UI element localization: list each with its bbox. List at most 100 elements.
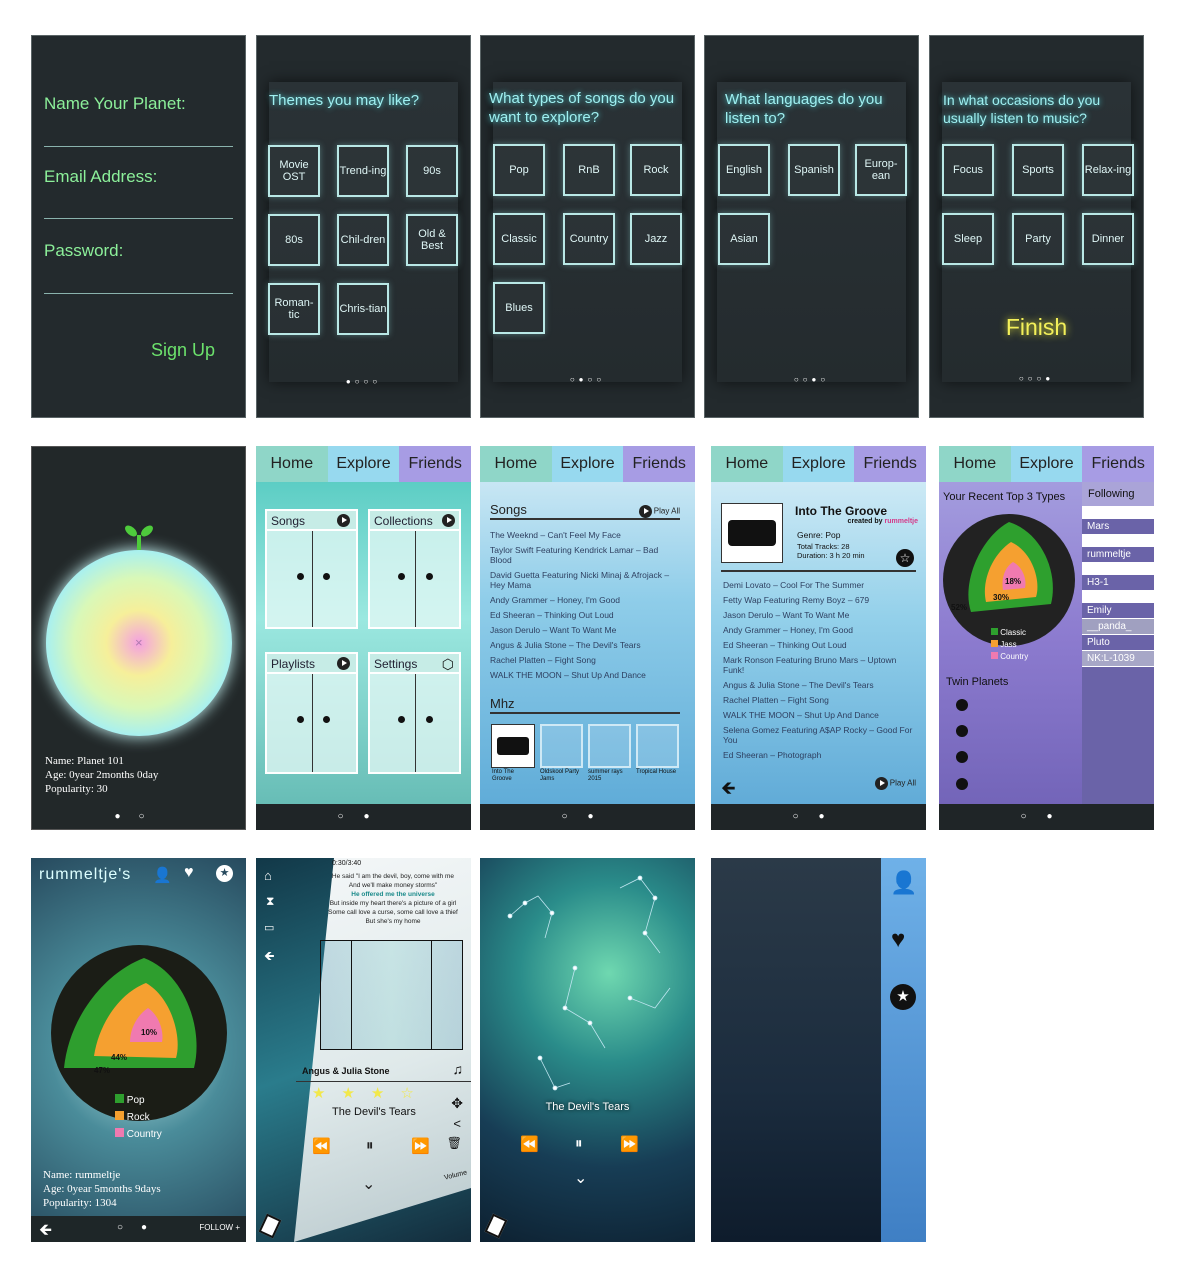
play-all-button[interactable]: Play All (638, 505, 680, 518)
finish-button[interactable]: Finish (930, 314, 1143, 341)
list-item[interactable]: rummeltje (1082, 547, 1154, 563)
twin-planet[interactable] (956, 725, 968, 737)
type-card[interactable]: RnB (563, 144, 615, 196)
theme-card[interactable]: Chil-dren (337, 214, 389, 266)
star-icon[interactable]: ★ (890, 984, 916, 1010)
playlists-cabinet[interactable]: Playlists (265, 652, 358, 774)
settings-icon[interactable]: ⬡ (442, 656, 454, 673)
collapse-icon[interactable]: ⌄ (362, 1174, 375, 1194)
hourglass-icon[interactable]: ⧗ (266, 894, 274, 909)
album-tile[interactable] (636, 724, 679, 768)
twin-planet[interactable] (956, 751, 968, 763)
list-item[interactable]: WALK THE MOON – Shut Up And Dance (723, 710, 916, 720)
home-icon[interactable]: ⌂ (264, 868, 272, 883)
type-card[interactable]: Pop (493, 144, 545, 196)
flashlight-icon[interactable] (258, 1213, 282, 1239)
list-item[interactable]: David Guetta Featuring Nicki Minaj & Afr… (490, 570, 680, 590)
name-field[interactable] (44, 146, 233, 147)
forward-icon[interactable]: ⏩ (411, 1137, 430, 1155)
pause-icon[interactable]: ⏸ (366, 1137, 374, 1154)
occasion-card[interactable]: Relax-ing (1082, 144, 1134, 196)
theme-card[interactable]: Movie OST (268, 145, 320, 197)
play-icon[interactable] (442, 514, 455, 527)
music-note-icon[interactable]: ♫ (453, 1061, 464, 1077)
collections-cabinet[interactable]: Collections (368, 509, 461, 629)
album-tile[interactable] (491, 724, 535, 768)
list-item[interactable]: Jason Derulo – Want To Want Me (723, 610, 916, 620)
star-icon[interactable]: ☆ (896, 549, 914, 567)
tab-explore[interactable]: Explore (782, 446, 855, 482)
heart-icon[interactable]: ♥ (184, 864, 194, 882)
list-item[interactable]: Mars (1082, 519, 1154, 535)
tab-home[interactable]: Home (711, 446, 783, 482)
theme-card[interactable]: 90s (406, 145, 458, 197)
user-icon[interactable]: 👤 (890, 870, 917, 896)
list-item[interactable]: NK:L-1039 (1082, 651, 1154, 667)
tab-explore[interactable]: Explore (551, 446, 624, 482)
list-item[interactable]: WALK THE MOON – Shut Up And Dance (490, 670, 680, 680)
back-arrow-icon[interactable]: 🡸 (39, 1219, 52, 1242)
follow-button[interactable]: FOLLOW + (199, 1223, 240, 1232)
list-item[interactable]: Ed Sheeran – Photograph (723, 750, 916, 760)
theme-card[interactable]: Roman-tic (268, 283, 320, 335)
list-item[interactable]: __panda_ (1082, 619, 1154, 635)
type-card[interactable]: Blues (493, 282, 545, 334)
list-item[interactable]: Andy Grammer – Honey, I'm Good (490, 595, 680, 605)
twin-planet[interactable] (956, 699, 968, 711)
tab-friends[interactable]: Friends (854, 446, 926, 482)
expand-icon[interactable]: ⌄ (574, 1168, 587, 1188)
user-icon[interactable]: 👤 (153, 866, 172, 884)
rating-stars[interactable]: ★★★☆ (312, 1084, 430, 1102)
theme-card[interactable]: Trend-ing (337, 145, 389, 197)
back-arrow-icon[interactable]: 🡸 (264, 947, 275, 969)
tab-friends[interactable]: Friends (623, 446, 695, 482)
tab-explore[interactable]: Explore (327, 446, 400, 482)
computer-icon[interactable]: ▭ (264, 921, 274, 934)
list-item[interactable]: Rachel Platten – Fight Song (490, 655, 680, 665)
tab-home[interactable]: Home (939, 446, 1011, 482)
tab-home[interactable]: Home (256, 446, 328, 482)
occasion-card[interactable]: Sleep (942, 213, 994, 265)
heart-icon[interactable]: ♥ (891, 926, 905, 954)
theme-card[interactable]: Chris-tian (337, 283, 389, 335)
trash-icon[interactable]: 🗑 (447, 1136, 462, 1150)
list-item[interactable]: Taylor Swift Featuring Kendrick Lamar – … (490, 545, 680, 565)
star-icon[interactable]: ★ (216, 865, 233, 882)
theme-card[interactable]: Old & Best (406, 214, 458, 266)
list-item[interactable]: Jason Derulo – Want To Want Me (490, 625, 680, 635)
list-item[interactable]: Andy Grammer – Honey, I'm Good (723, 625, 916, 635)
list-item[interactable]: The Weeknd – Can't Feel My Face (490, 530, 680, 540)
type-card[interactable]: Rock (630, 144, 682, 196)
type-card[interactable]: Country (563, 213, 615, 265)
language-card[interactable]: Asian (718, 213, 770, 265)
type-card[interactable]: Classic (493, 213, 545, 265)
occasion-card[interactable]: Sports (1012, 144, 1064, 196)
pause-icon[interactable]: ⏸ (575, 1135, 583, 1152)
theme-card[interactable]: 80s (268, 214, 320, 266)
language-card[interactable]: English (718, 144, 770, 196)
rewind-icon[interactable]: ⏪ (312, 1137, 331, 1155)
language-card[interactable]: Europ-ean (855, 144, 907, 196)
play-all-button[interactable]: Play All (874, 777, 916, 790)
list-item[interactable]: Demi Lovato – Cool For The Summer (723, 580, 916, 590)
songs-cabinet[interactable]: Songs (265, 509, 358, 629)
list-item[interactable]: Mark Ronson Featuring Bruno Mars – Uptow… (723, 655, 916, 675)
move-icon[interactable]: ✥ (451, 1095, 463, 1112)
album-tile[interactable] (588, 724, 631, 768)
tab-home[interactable]: Home (480, 446, 552, 482)
occasion-card[interactable]: Focus (942, 144, 994, 196)
rewind-icon[interactable]: ⏪ (520, 1135, 539, 1153)
list-item[interactable]: H3-1 (1082, 575, 1154, 591)
album-tile[interactable] (540, 724, 583, 768)
language-card[interactable]: Spanish (788, 144, 840, 196)
list-item[interactable]: Selena Gomez Featuring A$AP Rocky – Good… (723, 725, 916, 745)
list-item[interactable]: Rachel Platten – Fight Song (723, 695, 916, 705)
forward-icon[interactable]: ⏩ (620, 1135, 639, 1153)
list-item[interactable]: Emily (1082, 603, 1154, 619)
list-item[interactable]: Ed Sheeran – Thinking Out Loud (723, 640, 916, 650)
list-item[interactable]: Angus & Julia Stone – The Devil's Tears (490, 640, 680, 650)
tab-friends[interactable]: Friends (399, 446, 471, 482)
list-item[interactable]: Pluto (1082, 635, 1154, 651)
signup-button[interactable]: Sign Up (151, 340, 215, 361)
tab-friends[interactable]: Friends (1082, 446, 1154, 482)
